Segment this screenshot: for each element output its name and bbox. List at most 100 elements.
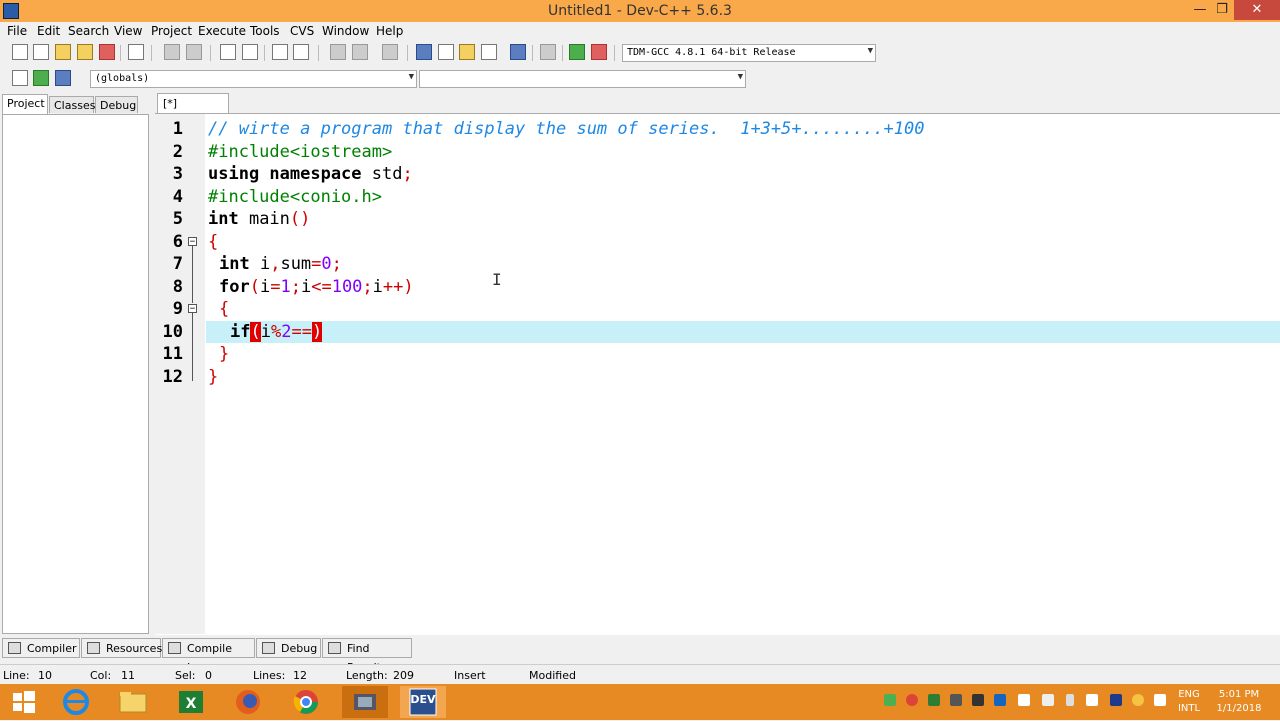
status-sel-value: 0 xyxy=(205,669,212,682)
line-number: 3 xyxy=(172,164,183,184)
battery-icon[interactable] xyxy=(1066,694,1074,706)
chevron-down-icon: ▼ xyxy=(737,72,743,82)
tab-classes[interactable]: Classes xyxy=(49,96,95,113)
tab-debug[interactable]: Debug xyxy=(95,96,138,113)
tab-find-results[interactable]: Find Results xyxy=(322,638,412,674)
tray-flag-icon[interactable] xyxy=(1042,694,1054,706)
media-app-icon[interactable] xyxy=(342,686,388,718)
operator: % xyxy=(270,322,282,342)
devcpp-taskbar-icon[interactable]: DEV xyxy=(400,686,446,718)
undo-icon[interactable] xyxy=(164,44,180,60)
close-file-icon[interactable] xyxy=(99,44,115,60)
menu-bar: File Edit Search View Project Execute To… xyxy=(0,22,1280,40)
profile-chart-icon[interactable] xyxy=(569,44,585,60)
current-line-highlight xyxy=(206,321,1280,343)
volume-icon[interactable] xyxy=(1086,694,1098,706)
tab-compile-log[interactable]: Compile Log xyxy=(162,638,255,674)
debug-icon[interactable] xyxy=(591,44,607,60)
close-button[interactable]: ✕ xyxy=(1234,0,1280,20)
tray-shield-icon[interactable] xyxy=(972,694,984,706)
goto-back-icon[interactable] xyxy=(330,44,346,60)
new-file-icon[interactable] xyxy=(12,44,28,60)
tab-debug-output[interactable]: Debug xyxy=(256,638,321,658)
bluetooth-icon[interactable] xyxy=(1110,694,1122,706)
scope-select[interactable]: (globals) ▼ xyxy=(90,70,417,88)
insert-code-icon[interactable] xyxy=(12,70,28,86)
tray-network-icon[interactable] xyxy=(994,694,1006,706)
stop-execution-icon[interactable] xyxy=(540,44,556,60)
internet-explorer-icon[interactable] xyxy=(55,686,97,718)
line-number: 5 xyxy=(172,209,183,229)
menu-window[interactable]: Window xyxy=(322,24,369,38)
tab-resources[interactable]: Resources xyxy=(81,638,162,658)
clock-time: 5:01 PM xyxy=(1218,689,1260,700)
line-number: 1 xyxy=(172,119,183,139)
compile-check-icon[interactable] xyxy=(510,44,526,60)
tray-arrow-icon[interactable] xyxy=(928,694,940,706)
menu-project[interactable]: Project xyxy=(151,24,192,38)
member-select[interactable]: ▼ xyxy=(419,70,746,88)
menu-tools[interactable]: Tools xyxy=(250,24,280,38)
print-icon[interactable] xyxy=(128,44,144,60)
status-insert-mode: Insert xyxy=(454,669,486,682)
find-icon[interactable] xyxy=(220,44,236,60)
window-layout-icon[interactable] xyxy=(438,44,454,60)
tray-app-icon[interactable] xyxy=(884,694,896,706)
menu-search[interactable]: Search xyxy=(68,24,109,38)
fold-collapse-icon[interactable]: − xyxy=(188,237,197,247)
line-number: 11 xyxy=(162,344,183,364)
goto-definition-icon[interactable] xyxy=(55,70,71,86)
windows-start-icon[interactable] xyxy=(2,686,44,718)
file-explorer-icon[interactable] xyxy=(112,686,154,718)
signal-icon[interactable] xyxy=(1154,694,1166,706)
identifier: i xyxy=(300,277,312,297)
indent-icon[interactable] xyxy=(272,44,288,60)
menu-file[interactable]: File xyxy=(7,24,27,38)
maximize-button[interactable]: ❐ xyxy=(1208,0,1236,20)
line-number: 6 xyxy=(172,232,183,252)
menu-cvs[interactable]: CVS xyxy=(290,24,314,38)
input-language[interactable]: ENG INTL xyxy=(1172,688,1206,716)
new-project-icon[interactable] xyxy=(416,44,432,60)
keyword: int xyxy=(208,209,239,229)
goto-forward-icon[interactable] xyxy=(352,44,368,60)
tray-settings-icon[interactable] xyxy=(950,694,962,706)
identifier: sum xyxy=(280,254,312,274)
system-clock[interactable]: 5:01 PM 1/1/2018 xyxy=(1205,688,1273,716)
operator: ( xyxy=(249,277,260,297)
fold-collapse-icon[interactable]: − xyxy=(188,304,197,314)
tray-circle-icon[interactable] xyxy=(1132,694,1144,706)
save-all-icon[interactable] xyxy=(77,44,93,60)
tab-compiler[interactable]: Compiler xyxy=(2,638,80,658)
menu-execute[interactable]: Execute xyxy=(198,24,246,38)
open-file-icon[interactable] xyxy=(33,44,49,60)
matched-bracket: ) xyxy=(311,322,323,342)
tray-chrome-icon[interactable] xyxy=(906,694,918,706)
class-browser-icon[interactable] xyxy=(481,44,497,60)
menu-help[interactable]: Help xyxy=(376,24,403,38)
chrome-icon[interactable] xyxy=(285,686,327,718)
project-browser[interactable] xyxy=(2,114,149,634)
excel-icon[interactable]: X xyxy=(170,686,212,718)
replace-icon[interactable] xyxy=(242,44,258,60)
redo-icon[interactable] xyxy=(186,44,202,60)
tray-window-icon[interactable] xyxy=(1018,694,1030,706)
firefox-icon[interactable] xyxy=(227,686,269,718)
tab-project[interactable]: Project xyxy=(2,94,48,114)
code-line-5: int main() xyxy=(208,208,310,230)
menu-view[interactable]: View xyxy=(114,24,142,38)
compiler-select[interactable]: TDM-GCC 4.8.1 64-bit Release ▼ xyxy=(622,44,876,62)
toggle-bookmark-icon[interactable] xyxy=(382,44,398,60)
menu-edit[interactable]: Edit xyxy=(37,24,60,38)
main-toolbar: TDM-GCC 4.8.1 64-bit Release ▼ xyxy=(0,40,880,66)
operator: = xyxy=(270,277,281,297)
editor-tab-untitled1[interactable]: [*] Untitled1 xyxy=(157,93,229,129)
operator: = xyxy=(311,254,322,274)
goto-declaration-icon[interactable] xyxy=(33,70,49,86)
operator: ++) xyxy=(382,277,414,297)
project-options-icon[interactable] xyxy=(459,44,475,60)
svg-text:X: X xyxy=(186,696,197,712)
unindent-icon[interactable] xyxy=(293,44,309,60)
fold-line xyxy=(192,246,193,303)
save-icon[interactable] xyxy=(55,44,71,60)
